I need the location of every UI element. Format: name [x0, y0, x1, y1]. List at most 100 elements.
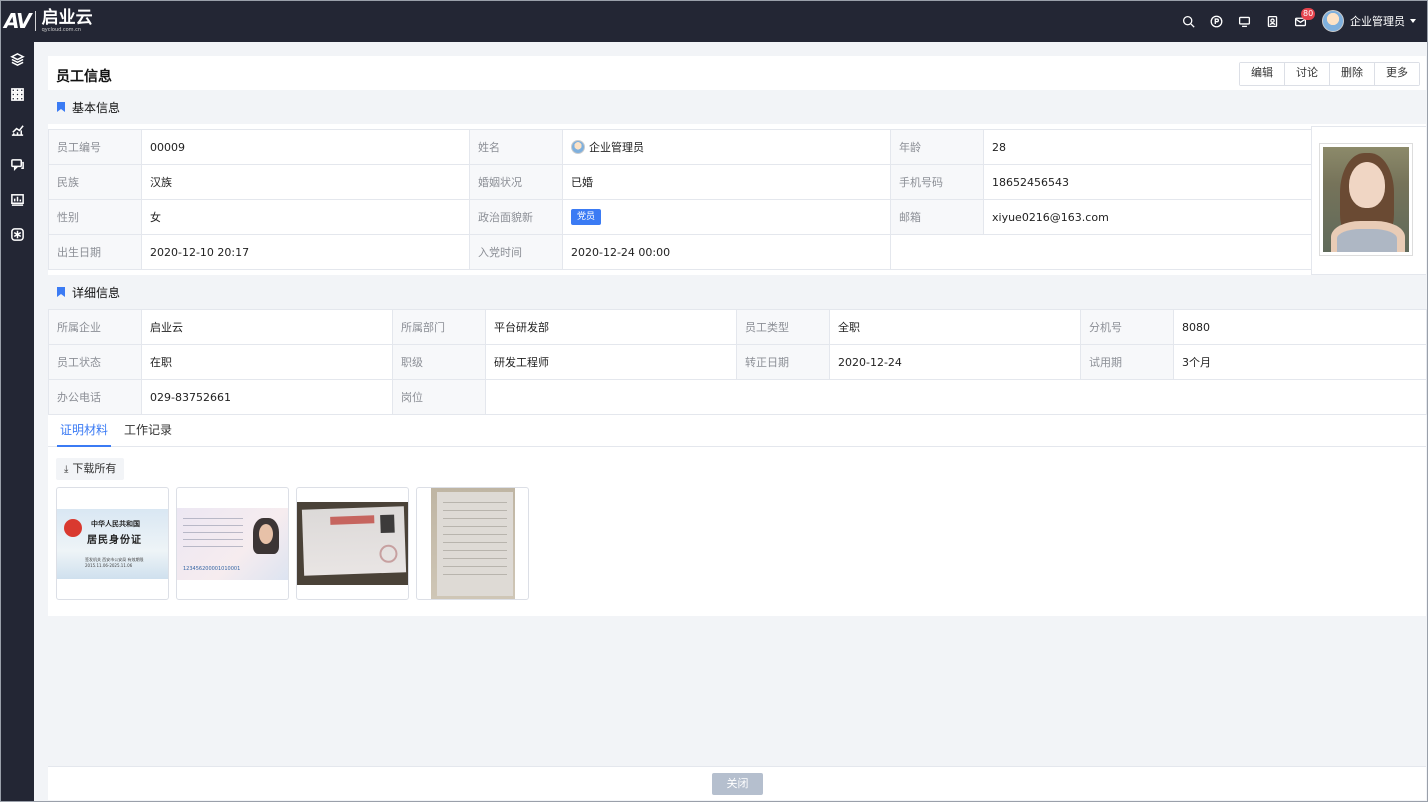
bookmark-icon: [57, 287, 65, 297]
action-buttons: 编辑 讨论 删除 更多: [1239, 62, 1420, 86]
materials-gallery: 中华人民共和国 居民身份证 签发机关 西安市公安局 有效期限 2015.11.0…: [56, 487, 536, 600]
field-value: 在职: [141, 344, 393, 380]
field-label: 入党时间: [469, 234, 563, 270]
search-icon[interactable]: [1174, 7, 1202, 35]
field-value: 2020-12-24 00:00: [562, 234, 891, 270]
tab-work-records[interactable]: 工作记录: [123, 413, 173, 446]
photo-cell: [1311, 126, 1426, 275]
monitor-icon[interactable]: [1230, 7, 1258, 35]
table-row: 办公电话 029-83752661 岗位: [48, 379, 1427, 415]
field-value: 党员: [562, 199, 891, 235]
field-label: 出生日期: [48, 234, 142, 270]
attachment-thumbnail[interactable]: 中华人民共和国 居民身份证 签发机关 西安市公安局 有效期限 2015.11.0…: [56, 487, 169, 600]
empty-cell: [890, 234, 1312, 270]
table-row: 民族 汉族 婚姻状况 已婚 手机号码 18652456543: [48, 164, 1312, 200]
name-text: 企业管理员: [589, 141, 644, 154]
edit-button[interactable]: 编辑: [1240, 63, 1284, 85]
field-label: 职级: [392, 344, 486, 380]
p-circle-icon[interactable]: [1202, 7, 1230, 35]
field-value: 女: [141, 199, 470, 235]
table-row: 出生日期 2020-12-10 20:17 入党时间 2020-12-24 00…: [48, 234, 1312, 270]
section-title: 基本信息: [72, 100, 121, 115]
field-value: [485, 379, 1427, 415]
page-title: 员工信息: [56, 69, 112, 85]
table-row: 所属企业 启业云 所属部门 平台研发部 员工类型 全职 分机号 8080: [48, 309, 1427, 345]
emblem-icon: [64, 518, 82, 537]
bookmark-icon: [57, 102, 65, 112]
notification-badge: 80: [1301, 8, 1316, 20]
field-label: 婚姻状况: [469, 164, 563, 200]
chart-icon[interactable]: [0, 112, 34, 147]
field-label: 员工编号: [48, 129, 142, 165]
field-value: 00009: [141, 129, 470, 165]
table-row: 员工状态 在职 职级 研发工程师 转正日期 2020-12-24 试用期 3个月: [48, 344, 1427, 380]
close-button[interactable]: 关闭: [712, 773, 763, 795]
field-value: xiyue0216@163.com: [983, 199, 1312, 235]
attachment-thumbnail[interactable]: 123456200001010001: [176, 487, 289, 600]
more-button[interactable]: 更多: [1374, 63, 1419, 85]
name-value[interactable]: 企业管理员: [562, 129, 891, 165]
chat-icon[interactable]: [0, 147, 34, 182]
field-label: 所属企业: [48, 309, 142, 345]
logo-separator: [34, 11, 36, 31]
sidebar: [0, 42, 34, 802]
detail-info-header: 详细信息: [48, 275, 1426, 309]
field-value: 8080: [1173, 309, 1427, 345]
field-value: 全职: [829, 309, 1081, 345]
section-title: 详细信息: [72, 285, 121, 300]
employee-photo[interactable]: [1319, 143, 1413, 256]
tab-materials[interactable]: 证明材料: [56, 413, 112, 447]
field-value: 研发工程师: [485, 344, 737, 380]
attachment-thumbnail[interactable]: [296, 487, 409, 600]
field-label: 办公电话: [48, 379, 142, 415]
field-value: 汉族: [141, 164, 470, 200]
field-label: 邮箱: [890, 199, 984, 235]
field-value: 28: [983, 129, 1312, 165]
layers-icon[interactable]: [0, 42, 34, 77]
chevron-down-icon: [1410, 19, 1416, 23]
field-label: 分机号: [1080, 309, 1174, 345]
field-value: 平台研发部: [485, 309, 737, 345]
download-label: 下载所有: [72, 462, 117, 475]
field-label: 试用期: [1080, 344, 1174, 380]
field-value: 029-83752661: [141, 379, 393, 415]
field-label: 年龄: [890, 129, 984, 165]
field-label: 岗位: [392, 379, 486, 415]
avatar: [1322, 10, 1344, 32]
attachment-thumbnail[interactable]: [416, 487, 529, 600]
field-label: 员工类型: [736, 309, 830, 345]
screen-icon[interactable]: [0, 182, 34, 217]
field-value: 2020-12-24: [829, 344, 1081, 380]
grid-icon[interactable]: [0, 77, 34, 112]
field-label: 民族: [48, 164, 142, 200]
employee-panel: 员工信息 编辑 讨论 删除 更多 基本信息 员工编号 00009 姓名 企业管理…: [48, 56, 1427, 616]
user-name: 企业管理员: [1350, 15, 1405, 28]
table-row: 性别 女 政治面貌新 党员 邮箱 xiyue0216@163.com: [48, 199, 1312, 235]
logo-text: 启业云: [41, 7, 93, 28]
status-badge: 党员: [571, 209, 602, 225]
basic-info-header: 基本信息: [48, 90, 1426, 124]
user-menu[interactable]: 企业管理员: [1322, 10, 1416, 32]
field-value: 2020-12-10 20:17: [141, 234, 470, 270]
field-label: 转正日期: [736, 344, 830, 380]
diploma-title: [330, 515, 375, 525]
field-label: 手机号码: [890, 164, 984, 200]
id-card-number: 123456200001010001: [183, 565, 241, 572]
top-bar: AV 启业云 qycloud.com.cn 80 企业管理员: [0, 0, 1428, 42]
discuss-button[interactable]: 讨论: [1284, 63, 1329, 85]
id-card-issuer: 签发机关 西安市公安局 有效期限 2015.11.06-2025.11.06: [85, 556, 144, 568]
snowflake-icon[interactable]: [0, 217, 34, 252]
detail-info-table: 所属企业 启业云 所属部门 平台研发部 员工类型 全职 分机号 8080 员工状…: [48, 309, 1427, 415]
app-logo[interactable]: AV 启业云 qycloud.com.cn: [4, 8, 93, 34]
field-label: 所属部门: [392, 309, 486, 345]
delete-button[interactable]: 删除: [1329, 63, 1374, 85]
download-all-button[interactable]: ⤓ 下载所有: [56, 458, 125, 480]
contact-icon[interactable]: [1258, 7, 1286, 35]
field-value: 启业云: [141, 309, 393, 345]
field-label: 姓名: [469, 129, 563, 165]
field-label: 性别: [48, 199, 142, 235]
basic-info-table: 员工编号 00009 姓名 企业管理员 年龄 28 民族 汉族 婚姻状况 已婚 …: [48, 129, 1312, 270]
mail-icon[interactable]: 80: [1286, 7, 1316, 35]
id-card-title: 居民身份证: [87, 534, 142, 546]
id-card-country: 中华人民共和国: [91, 518, 140, 528]
